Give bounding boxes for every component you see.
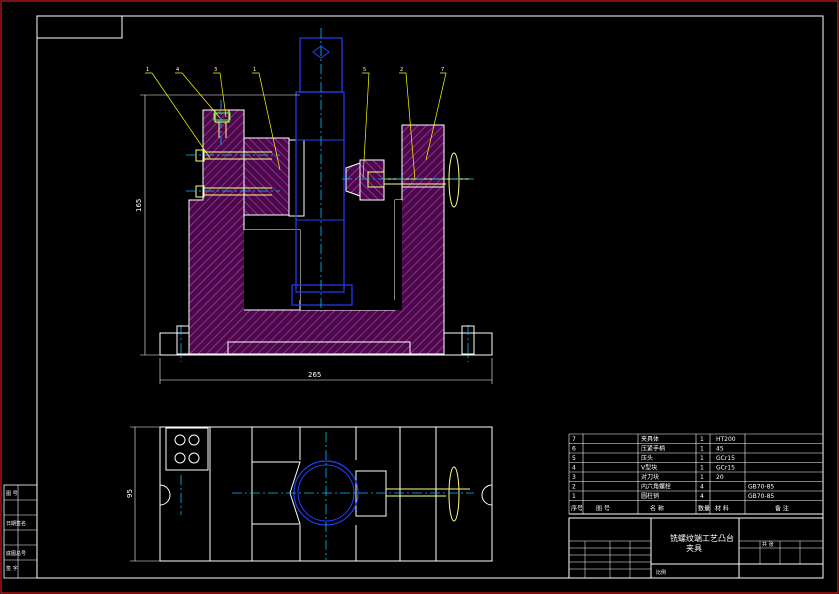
- bom-row-no: 6: [572, 446, 576, 453]
- bom-row-name: V型块: [641, 464, 657, 472]
- balloon-1b: 1: [253, 67, 256, 73]
- front-view: 165 265 1 4 3 1 5 2 7: [135, 28, 493, 384]
- balloon-7: 7: [441, 67, 444, 73]
- bom-row-no: 7: [572, 436, 576, 443]
- bom-row-qty: 1: [700, 474, 704, 481]
- dim-width: 265: [308, 371, 321, 379]
- bom-row-no: 1: [572, 493, 576, 500]
- dim-height: 165: [135, 199, 143, 212]
- bom-row-no: 4: [572, 465, 576, 472]
- top-view: 95: [126, 426, 493, 562]
- bom-row-qty: 1: [700, 465, 704, 472]
- side-label-2: 日期签名: [6, 520, 26, 527]
- bom-header-name: 名 称: [650, 505, 664, 513]
- bom-row-name: 压紧手柄: [641, 445, 665, 453]
- balloon-1: 1: [146, 67, 149, 73]
- bom-row-qty: 1: [700, 455, 704, 462]
- side-label-4: 底图总号: [6, 550, 26, 557]
- balloon-3: 3: [214, 67, 217, 73]
- title-line-1: 铣螺纹端工艺凸台: [670, 533, 734, 543]
- balloon-2: 2: [400, 67, 403, 73]
- bom-row-name: 对刀块: [641, 473, 659, 481]
- title-line-2: 夹具: [686, 543, 702, 553]
- bom-row-note: GB70-85: [748, 493, 774, 500]
- bom-row-qty: 1: [700, 436, 704, 443]
- bom-row-no: 2: [572, 484, 576, 491]
- bom-row-mat: GCr15: [716, 465, 735, 472]
- bom-header-no: 序号: [571, 505, 583, 513]
- balloon-5: 5: [363, 67, 366, 73]
- bom-row-name: 圆柱销: [641, 492, 659, 500]
- title-block: 铣螺纹端工艺凸台 夹具 比例 共 张: [568, 517, 824, 579]
- sheet-label: 共 张: [762, 541, 774, 548]
- bom-row-mat: 45: [716, 446, 724, 453]
- bom-row-note: GB70-85: [748, 484, 774, 491]
- bom-row-name: 夹具体: [641, 435, 659, 443]
- bom-header-code: 图 号: [596, 506, 610, 513]
- bom-header-mat: 材 料: [715, 505, 729, 513]
- bom-row-qty: 4: [700, 484, 704, 491]
- side-label-0: 图 号: [6, 491, 18, 497]
- side-label-5: 签 字: [6, 565, 18, 572]
- cad-drawing: 图 号 日期签名 底图总号 签 字 165 265 1 4 3 1 5 2 7 …: [0, 0, 839, 594]
- bom-table: 7 夹具体 1 HT200 6 压紧手柄 1 45 5 压头 1 GCr15 4 V型块 1 GCr15 3 对刀…: [568, 433, 824, 515]
- scale-label: 比例: [656, 569, 666, 576]
- bom-row-mat: 20: [716, 474, 724, 481]
- balloon-4: 4: [176, 67, 179, 73]
- code-box: [36, 15, 123, 39]
- bom-row-qty: 4: [700, 493, 704, 500]
- bom-row-name: 内六角螺栓: [641, 483, 671, 491]
- bom-row-qty: 1: [700, 446, 704, 453]
- side-panel: 图 号 日期签名 底图总号 签 字: [3, 484, 38, 579]
- bom-row-mat: GCr15: [716, 455, 735, 462]
- bom-header-qty: 数量: [698, 505, 710, 513]
- bom-header-note: 备 注: [775, 505, 789, 513]
- bom-row-mat: HT200: [716, 436, 736, 443]
- bom-row-name: 压头: [641, 454, 653, 462]
- dim-bottom: 95: [126, 489, 134, 498]
- bom-row-no: 5: [572, 455, 576, 462]
- bom-row-no: 3: [572, 474, 576, 481]
